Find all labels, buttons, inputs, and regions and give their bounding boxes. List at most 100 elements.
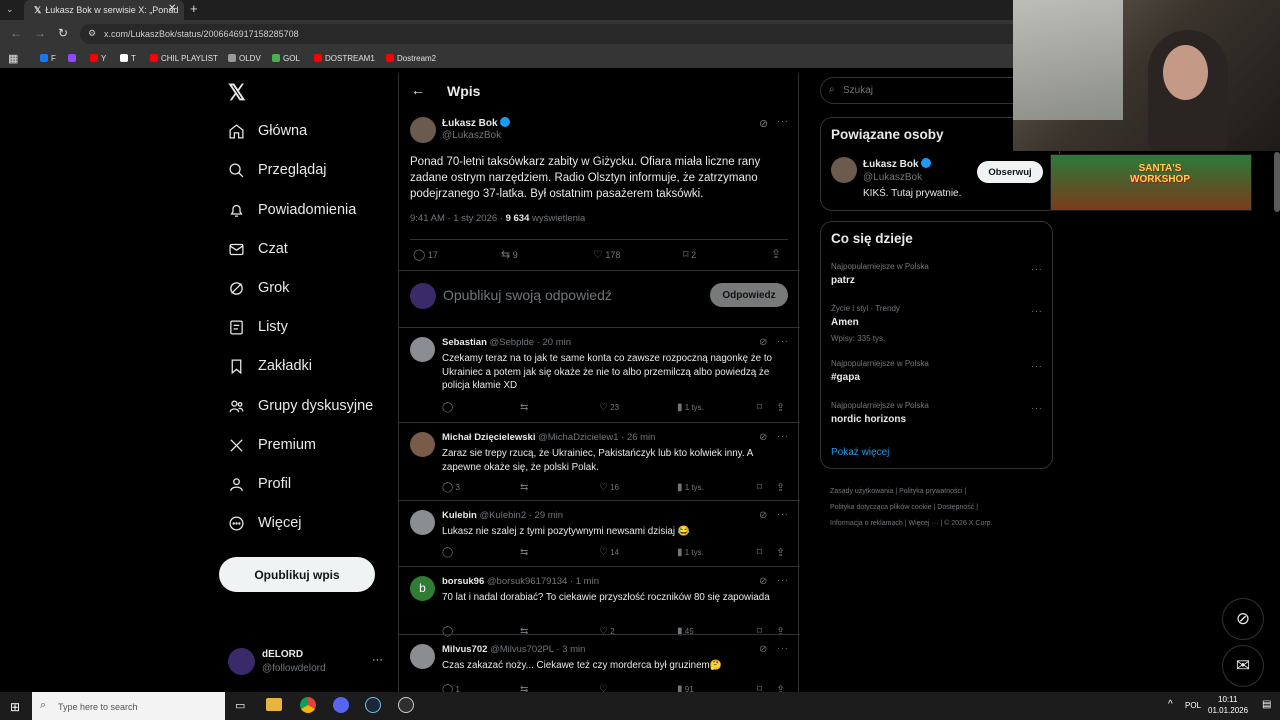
bookmark-item[interactable]: T: [120, 54, 136, 63]
discord-icon[interactable]: [333, 697, 349, 713]
bookmark-action[interactable]: ⌑ 2: [683, 248, 696, 261]
browser-tab[interactable]: 𝕏 Łukasz Bok w serwisie X: „Ponad: [24, 0, 184, 20]
reply-author-handle[interactable]: @borsuk96179134 · 1 min: [487, 576, 599, 587]
reply-item[interactable]: b borsuk96 @borsuk96179134 · 1 min ⊘ ··· 70 …: [399, 567, 800, 638]
taskbar-search-input[interactable]: ⌕ Type here to search: [32, 692, 225, 720]
bookmark-item[interactable]: [68, 54, 79, 63]
bookmark-item[interactable]: Y: [90, 54, 106, 63]
bookmark-item[interactable]: GOL: [272, 54, 300, 63]
steam-icon[interactable]: [365, 697, 381, 713]
reload-icon[interactable]: ↻: [58, 26, 68, 40]
reply-avatar[interactable]: [410, 510, 435, 535]
reply-avatar[interactable]: [410, 337, 435, 362]
grok-float-button[interactable]: ⊘: [1222, 598, 1264, 640]
author-name[interactable]: Łukasz Bok: [442, 117, 510, 129]
bookmark-item[interactable]: F: [40, 54, 56, 63]
x-logo-icon[interactable]: 𝕏: [228, 80, 246, 106]
language-indicator[interactable]: POL: [1185, 701, 1201, 710]
reply-avatar[interactable]: b: [410, 576, 435, 601]
back-arrow-icon[interactable]: ←: [411, 82, 425, 98]
nav-item-9[interactable]: Profil: [228, 471, 291, 497]
tab-close-icon[interactable]: ✕: [168, 3, 176, 14]
grok-icon[interactable]: ⊘: [759, 337, 767, 348]
related-name[interactable]: Łukasz Bok: [863, 158, 931, 170]
reply-more-icon[interactable]: ···: [777, 431, 789, 442]
notifications-icon[interactable]: ▤: [1262, 699, 1271, 710]
messages-float-button[interactable]: ✉: [1222, 645, 1264, 687]
footer-cookie-link[interactable]: Polityka dotycząca plików cookie: [830, 504, 932, 511]
grok-icon[interactable]: ⊘: [759, 576, 767, 587]
footer-ads-link[interactable]: Informacja o reklamach: [830, 520, 903, 527]
views-action[interactable]: ▮ 1 tys.: [677, 402, 704, 413]
post-more-icon[interactable]: ···: [777, 116, 789, 127]
share-icon[interactable]: ⇪: [776, 481, 785, 494]
author-avatar[interactable]: [410, 117, 436, 143]
site-info-icon[interactable]: ⚙: [88, 28, 96, 39]
bookmark-icon[interactable]: ⌑: [757, 547, 762, 558]
reply-author-name[interactable]: Sebastian: [442, 337, 487, 348]
trend-more-icon[interactable]: ···: [1031, 264, 1043, 275]
bookmark-icon[interactable]: ⌑: [757, 482, 762, 493]
start-icon[interactable]: ⊞: [10, 700, 20, 714]
chrome-icon[interactable]: [300, 697, 316, 713]
clock-date[interactable]: 01.01.2026: [1208, 706, 1248, 715]
repost-action[interactable]: ⇆ 9: [501, 248, 518, 261]
new-tab-icon[interactable]: +: [190, 1, 198, 16]
reply-author-handle[interactable]: @Milvus702PL · 3 min: [490, 644, 585, 655]
trend-item[interactable]: Najpopularniejsze w Polska patrz ···: [821, 262, 1052, 302]
nav-item-0[interactable]: Główna: [228, 118, 307, 144]
bookmark-icon[interactable]: ⌑: [757, 402, 762, 413]
reply-more-icon[interactable]: ···: [777, 336, 789, 347]
url-field[interactable]: ⚙ x.com/LukaszBok/status/2006646917158285…: [80, 24, 1040, 44]
footer-privacy-link[interactable]: Polityka prywatności: [899, 488, 962, 495]
trend-more-icon[interactable]: ···: [1031, 361, 1043, 372]
like-action[interactable]: ♡ 23: [599, 402, 619, 413]
reply-avatar[interactable]: [410, 644, 435, 669]
reply-item[interactable]: Sebastian @Sebplde · 20 min ⊘ ··· Czekamy t…: [399, 328, 800, 423]
nav-item-1[interactable]: Przeglądaj: [228, 157, 327, 183]
reply-action[interactable]: ◯: [442, 402, 453, 413]
nav-item-10[interactable]: Więcej: [228, 510, 302, 536]
reply-avatar[interactable]: [410, 432, 435, 457]
tab-search-icon[interactable]: ⌄: [6, 4, 18, 16]
footer-accessibility-link[interactable]: Dostępność: [937, 504, 974, 511]
like-action[interactable]: ♡ 16: [599, 482, 619, 493]
reply-item[interactable]: Kulebin @Kulebin2 · 29 min ⊘ ··· Lukasz nie…: [399, 501, 800, 567]
show-more-link[interactable]: Pokaż więcej: [831, 447, 889, 458]
follow-button[interactable]: Obserwuj: [977, 161, 1043, 183]
reply-input[interactable]: Opublikuj swoją odpowiedź: [443, 287, 612, 303]
bookmark-item[interactable]: Dostream2: [386, 54, 436, 63]
post-button[interactable]: Opublikuj wpis: [219, 557, 375, 592]
reply-action[interactable]: ◯: [442, 547, 453, 558]
footer-terms-link[interactable]: Zasady użytkowania: [830, 488, 893, 495]
nav-item-2[interactable]: Powiadomienia: [228, 197, 356, 223]
clock-time[interactable]: 10:11: [1218, 695, 1237, 704]
forward-icon[interactable]: →: [34, 26, 46, 40]
repost-action[interactable]: ⇆: [520, 402, 528, 413]
share-icon[interactable]: ⇪: [776, 546, 785, 559]
grok-icon[interactable]: ⊘: [759, 117, 768, 130]
reply-author-handle[interactable]: @Sebplde · 20 min: [490, 337, 571, 348]
reply-more-icon[interactable]: ···: [777, 575, 789, 586]
share-icon[interactable]: ⇪: [776, 401, 785, 414]
related-avatar[interactable]: [831, 157, 857, 183]
reply-author-name[interactable]: Milvus702: [442, 644, 487, 655]
reply-item[interactable]: Michał Dzięcielewski @MichaDzicielew1 · …: [399, 423, 800, 501]
reply-author-name[interactable]: borsuk96: [442, 576, 484, 587]
trend-more-icon[interactable]: ···: [1031, 403, 1043, 414]
apps-grid-icon[interactable]: ▦: [8, 52, 18, 65]
back-icon[interactable]: ←: [10, 26, 22, 40]
task-view-icon[interactable]: ▭: [235, 699, 245, 712]
bookmark-item[interactable]: OLDV: [228, 54, 261, 63]
reply-action[interactable]: ◯ 17: [413, 248, 438, 261]
reply-button[interactable]: Odpowiedz: [710, 283, 788, 307]
nav-item-3[interactable]: Czat: [228, 236, 288, 262]
repost-action[interactable]: ⇆: [520, 547, 528, 558]
footer-more-link[interactable]: Więcej ···: [908, 520, 938, 527]
trend-item[interactable]: Najpopularniejsze w Polska nordic horizon…: [821, 401, 1052, 441]
grok-icon[interactable]: ⊘: [759, 510, 767, 521]
obs-icon[interactable]: [398, 697, 414, 713]
trend-item[interactable]: Życie i styl · Trendy Amen Wpisy: 335 tys.…: [821, 304, 1052, 344]
views-action[interactable]: ▮ 1 tys.: [677, 482, 704, 493]
bookmark-item[interactable]: DOSTREAM1: [314, 54, 375, 63]
